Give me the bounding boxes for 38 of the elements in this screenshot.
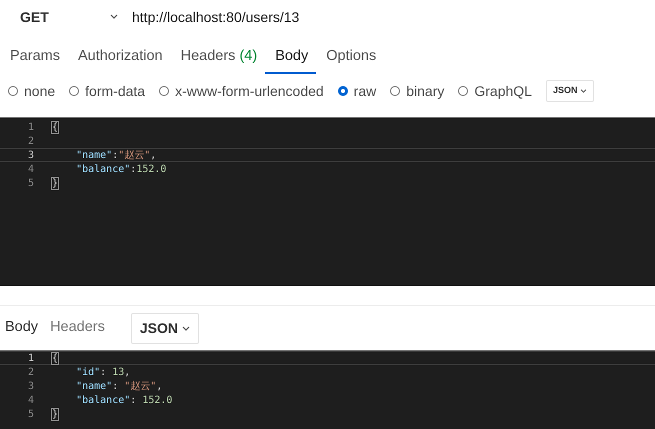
- request-tab[interactable]: Authorization: [68, 40, 171, 74]
- body-type-radio[interactable]: form-data: [69, 80, 146, 102]
- body-type-radio[interactable]: raw: [338, 80, 376, 102]
- line-number: 5: [26, 176, 34, 190]
- body-type-radio[interactable]: GraphQL: [458, 80, 532, 102]
- code-line: "name": "赵云",: [75, 380, 162, 394]
- response-tab[interactable]: Headers: [50, 317, 105, 339]
- code-line: {: [52, 120, 58, 134]
- code-line: }: [52, 408, 58, 422]
- code-line: {: [52, 352, 58, 366]
- code-line: "name":"赵云",: [75, 148, 156, 162]
- line-number: 4: [26, 394, 34, 408]
- body-type-radio[interactable]: x-www-form-urlencoded: [159, 80, 324, 102]
- format-dropdown[interactable]: JSON: [130, 312, 199, 344]
- body-type-radio[interactable]: none: [8, 80, 56, 102]
- url-field[interactable]: http://localhost:80/users/13: [132, 6, 300, 28]
- code-line: "balance":152.0: [75, 162, 166, 176]
- request-tab[interactable]: Params: [0, 40, 68, 74]
- line-number: 4: [26, 162, 34, 176]
- request-tab[interactable]: Options: [316, 40, 384, 74]
- code-editor[interactable]: 1 { 2 3 "name":"赵云", 4 "balance":152.0 5 }: [0, 117, 655, 286]
- request-tab[interactable]: Body: [265, 40, 316, 74]
- code-line: }: [52, 176, 58, 190]
- line-number: 1: [26, 352, 34, 366]
- line-number: 3: [26, 148, 34, 162]
- method-select[interactable]: GET: [20, 6, 110, 28]
- line-number: 3: [26, 380, 34, 394]
- code-line: "id": 13,: [75, 366, 130, 380]
- response-tab[interactable]: Body: [5, 317, 38, 339]
- code-editor[interactable]: 1 { 2 "id": 13, 3 "name": "赵云", 4 "balance": 152.0 5 }: [0, 350, 655, 429]
- line-number: 5: [26, 408, 34, 422]
- line-number: 1: [26, 120, 34, 134]
- line-number: 2: [26, 134, 34, 148]
- body-type-radio[interactable]: binary: [390, 80, 444, 102]
- format-dropdown[interactable]: JSON: [546, 80, 594, 102]
- request-tab[interactable]: Headers (4): [170, 40, 266, 74]
- line-number: 2: [26, 366, 34, 380]
- code-line: "balance": 152.0: [75, 394, 172, 408]
